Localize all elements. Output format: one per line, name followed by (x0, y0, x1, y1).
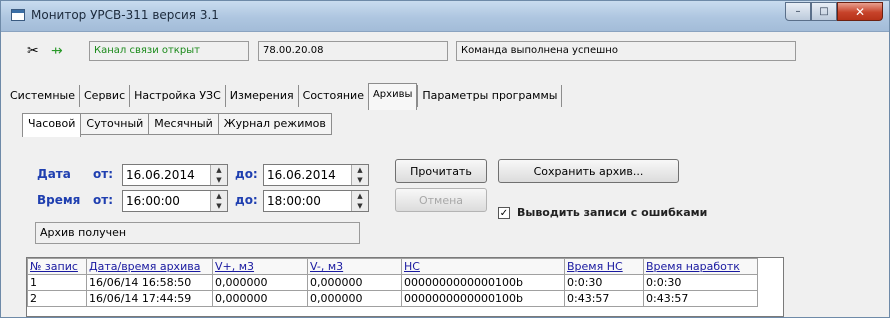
table-cell: 0:43:57 (643, 290, 758, 307)
column-header[interactable]: V+, м3 (212, 258, 308, 275)
column-header[interactable]: НС (401, 258, 565, 275)
table-cell: 0,000000 (212, 290, 308, 307)
connect-icon[interactable]: ⇸ (51, 43, 63, 59)
column-header[interactable]: V-, м3 (307, 258, 402, 275)
close-button[interactable]: ✕ (837, 2, 883, 21)
tab-measurements[interactable]: Измерения (226, 85, 299, 107)
table-row[interactable]: 1 16/06/14 16:58:50 0,000000 0,000000 00… (27, 274, 758, 291)
table-cell: 0,000000 (307, 274, 402, 291)
time-to-picker[interactable]: 18:00:00 ▲ ▼ (263, 190, 369, 212)
show-error-records-checkbox[interactable]: ✓ (498, 207, 510, 219)
column-header[interactable]: Дата/время архива (86, 258, 213, 275)
column-header[interactable]: Время наработк (643, 258, 758, 275)
subtab-monthly[interactable]: Месячный (148, 113, 219, 135)
table-header-row: № запис Дата/время архива V+, м3 V-, м3 … (27, 258, 758, 275)
table-cell: 0000000000000100b (401, 274, 565, 291)
minimize-button[interactable]: – (785, 2, 811, 21)
cancel-button[interactable]: Отмена (395, 188, 487, 212)
date-from-picker[interactable]: 16.06.2014 ▲ ▼ (122, 164, 228, 186)
date-label: Дата (37, 167, 71, 181)
read-button[interactable]: Прочитать (395, 159, 487, 183)
tab-state[interactable]: Состояние (299, 85, 368, 107)
disconnect-icon[interactable]: ✂ (27, 43, 39, 59)
archive-subtabs: Часовой Суточный Месячный Журнал режимов (22, 113, 332, 137)
archive-status-field: Архив получен (35, 222, 360, 244)
time-from-label: от: (93, 193, 113, 207)
tab-archives[interactable]: Архивы (367, 83, 418, 110)
date-to-picker[interactable]: 16.06.2014 ▲ ▼ (263, 164, 369, 186)
tab-system[interactable]: Системные (6, 85, 80, 107)
archive-table[interactable]: № запис Дата/время архива V+, м3 V-, м3 … (26, 257, 784, 317)
save-archive-button[interactable]: Сохранить архив... (498, 159, 679, 183)
spin-arrows-icon[interactable]: ▲ ▼ (210, 165, 227, 185)
table-cell: 0,000000 (307, 290, 402, 307)
date-to-label: до: (235, 167, 258, 181)
show-error-records-label[interactable]: Выводить записи с ошибками (517, 206, 707, 219)
table-cell: 0000000000000100b (401, 290, 565, 307)
time-from-picker[interactable]: 16:00:00 ▲ ▼ (122, 190, 228, 212)
table-cell: 16/06/14 16:58:50 (86, 274, 213, 291)
table-cell: 0:0:30 (564, 274, 644, 291)
column-header[interactable]: Время НС (564, 258, 644, 275)
tab-program-params[interactable]: Параметры программы (417, 85, 563, 107)
firmware-version: 78.00.20.08 (258, 41, 448, 61)
maximize-button[interactable]: □ (811, 2, 837, 21)
app-icon (11, 9, 25, 21)
time-from-value: 16:00:00 (126, 194, 180, 208)
time-to-label: до: (235, 193, 258, 207)
date-to-value: 16.06.2014 (267, 168, 336, 182)
date-from-value: 16.06.2014 (126, 168, 195, 182)
subtab-mode-log[interactable]: Журнал режимов (217, 113, 332, 135)
title-bar[interactable]: Монитор УРСВ-311 версия 3.1 – □ ✕ (1, 1, 889, 32)
table-cell: 0,000000 (212, 274, 308, 291)
table-cell: 16/06/14 17:44:59 (86, 290, 213, 307)
window-controls: – □ ✕ (785, 2, 883, 22)
column-header[interactable]: № запис (27, 258, 87, 275)
tab-service[interactable]: Сервис (80, 85, 131, 107)
spin-arrows-icon[interactable]: ▲ ▼ (210, 191, 227, 211)
subtab-hourly[interactable]: Часовой (22, 113, 82, 137)
table-cell: 1 (27, 274, 87, 291)
spin-arrows-icon[interactable]: ▲ ▼ (351, 165, 368, 185)
date-from-label: от: (93, 167, 113, 181)
command-status: Команда выполнена успешно (456, 41, 796, 61)
subtab-daily[interactable]: Суточный (80, 113, 150, 135)
time-label: Время (37, 193, 81, 207)
table-cell: 2 (27, 290, 87, 307)
tab-uzs-settings[interactable]: Настройка УЗС (130, 85, 226, 107)
app-window: Монитор УРСВ-311 версия 3.1 – □ ✕ ✂ ⇸ Ка… (0, 0, 890, 318)
main-tabs: Системные Сервис Настройка УЗС Измерения… (6, 83, 563, 110)
time-to-value: 18:00:00 (267, 194, 321, 208)
table-cell: 0:0:30 (643, 274, 758, 291)
table-cell: 0:43:57 (564, 290, 644, 307)
channel-status: Канал связи открыт (89, 41, 249, 61)
table-row[interactable]: 2 16/06/14 17:44:59 0,000000 0,000000 00… (27, 290, 758, 307)
window-title: Монитор УРСВ-311 версия 3.1 (31, 8, 219, 22)
spin-arrows-icon[interactable]: ▲ ▼ (351, 191, 368, 211)
